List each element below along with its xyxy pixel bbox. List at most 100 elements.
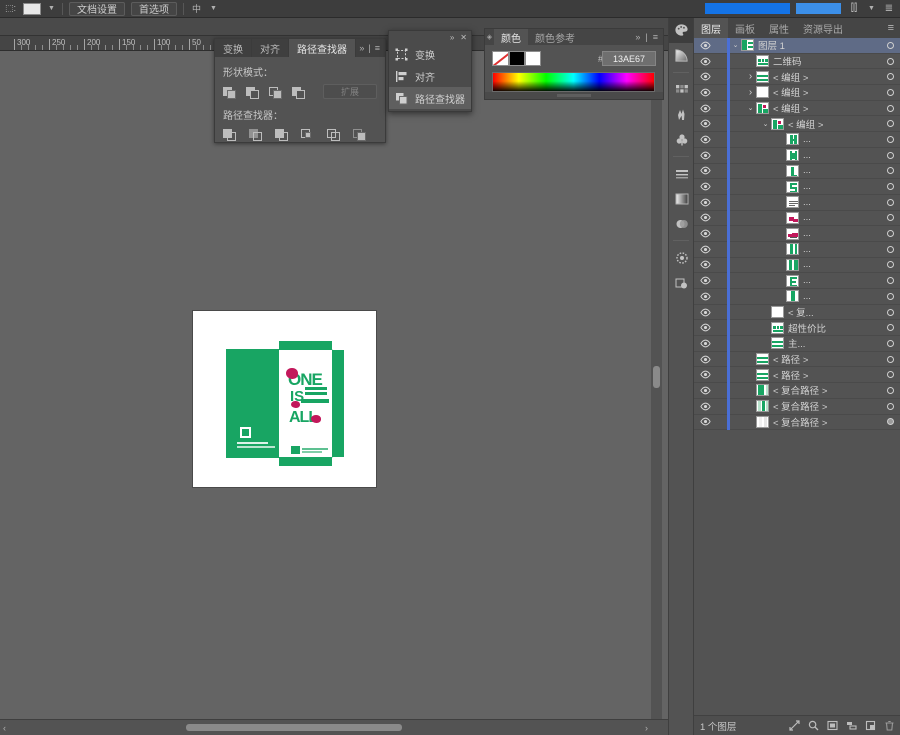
panel-menu-icon[interactable]: ≡ <box>653 32 658 42</box>
gradient-icon[interactable] <box>669 186 694 211</box>
visibility-eye-icon[interactable] <box>694 308 716 317</box>
layer-row[interactable]: ... <box>694 178 900 195</box>
tab-align[interactable]: 对齐 <box>252 39 289 57</box>
visibility-eye-icon[interactable] <box>694 72 716 81</box>
locate-object-icon[interactable] <box>788 720 800 732</box>
layer-target-indicator[interactable] <box>879 339 900 347</box>
layer-target-indicator[interactable] <box>879 167 900 175</box>
layer-name[interactable]: ... <box>803 197 879 208</box>
color-palette-icon[interactable] <box>669 18 694 43</box>
layer-row[interactable]: 超性价比 <box>694 319 900 337</box>
search-icon[interactable] <box>807 720 819 732</box>
preferences-button[interactable]: 首选项 <box>131 1 177 16</box>
layer-target-indicator[interactable] <box>879 418 900 426</box>
layer-row[interactable]: ⌄ 图层 1 <box>694 38 900 54</box>
layer-name[interactable]: < 编组 > <box>773 70 879 84</box>
tool-options-icon[interactable]: 中 <box>190 3 203 15</box>
artboard[interactable]: ONE IS ALL <box>192 310 377 488</box>
layer-name[interactable]: 超性价比 <box>788 321 879 335</box>
layer-target-indicator[interactable] <box>879 386 900 394</box>
flyout-item-pathfinder[interactable]: 路径查找器 <box>389 87 471 109</box>
minus-front-icon[interactable] <box>246 85 260 99</box>
panel-grip-icon[interactable]: ◈ <box>485 29 494 45</box>
flyout-item-align[interactable]: 对齐 <box>389 65 471 87</box>
expand-button[interactable]: 扩展 <box>323 84 377 99</box>
layer-target-indicator[interactable] <box>879 277 900 285</box>
layer-row[interactable]: ... <box>694 163 900 180</box>
layer-row[interactable]: ... <box>694 194 900 211</box>
chevron-right-icon[interactable]: › <box>745 87 756 98</box>
layer-row[interactable]: ⌄ < 编组 > <box>694 115 900 133</box>
visibility-eye-icon[interactable] <box>694 41 716 50</box>
layer-row[interactable]: ... <box>694 210 900 227</box>
visibility-eye-icon[interactable] <box>694 104 716 113</box>
layer-row[interactable]: < 路径 > <box>694 366 900 384</box>
tab-asset-export[interactable]: 资源导出 <box>796 18 850 38</box>
layer-target-indicator[interactable] <box>879 371 900 379</box>
color-spectrum-ramp[interactable] <box>492 72 655 92</box>
tab-properties[interactable]: 属性 <box>762 18 796 38</box>
chevron-right-icon[interactable]: › <box>745 71 756 82</box>
chevron-down-icon[interactable]: ▼ <box>209 5 218 12</box>
layer-target-indicator[interactable] <box>879 41 900 49</box>
white-swatch[interactable] <box>525 51 541 66</box>
collapse-icon[interactable]: » <box>359 43 364 53</box>
layer-target-indicator[interactable] <box>879 308 900 316</box>
minus-back-icon[interactable] <box>353 127 367 141</box>
panel-menu-icon[interactable]: ≡ <box>888 18 900 38</box>
visibility-eye-icon[interactable] <box>694 88 716 97</box>
visibility-eye-icon[interactable] <box>694 402 716 411</box>
visibility-eye-icon[interactable] <box>694 135 716 144</box>
visibility-eye-icon[interactable] <box>694 355 716 364</box>
visibility-eye-icon[interactable] <box>694 339 716 348</box>
layer-row[interactable]: ... <box>694 147 900 164</box>
flyout-item-transform[interactable]: 变换 <box>389 43 471 65</box>
visibility-eye-icon[interactable] <box>694 229 716 238</box>
layer-name[interactable]: ... <box>803 134 879 145</box>
layer-name[interactable]: ... <box>803 212 879 223</box>
intersect-icon[interactable] <box>269 85 283 99</box>
chevron-down-icon[interactable]: ⌄ <box>730 41 741 49</box>
layer-name[interactable]: 主... <box>788 336 879 350</box>
layer-row[interactable]: ... <box>694 225 900 242</box>
chevron-down-icon[interactable]: ▼ <box>47 5 56 12</box>
layer-target-indicator[interactable] <box>879 104 900 112</box>
layer-target-indicator[interactable] <box>879 324 900 332</box>
document-setup-button[interactable]: 文档设置 <box>69 1 125 16</box>
visibility-eye-icon[interactable] <box>694 119 716 128</box>
visibility-eye-icon[interactable] <box>694 323 716 332</box>
chevron-down-icon[interactable]: ⌄ <box>760 120 771 128</box>
create-layer-icon[interactable] <box>864 720 876 732</box>
visibility-eye-icon[interactable] <box>694 292 716 301</box>
appearance-icon[interactable] <box>669 245 694 270</box>
layer-row[interactable]: < 复合路径 > <box>694 398 900 415</box>
layer-name[interactable]: ... <box>803 181 879 192</box>
merge-icon[interactable] <box>275 127 289 141</box>
visibility-eye-icon[interactable] <box>694 276 716 285</box>
collapse-icon[interactable]: » <box>635 32 640 42</box>
layer-name[interactable]: ... <box>803 165 879 176</box>
layer-target-indicator[interactable] <box>879 402 900 410</box>
make-clipping-mask-icon[interactable] <box>826 720 838 732</box>
tab-pathfinder[interactable]: 路径查找器 <box>289 39 356 57</box>
layer-row[interactable]: ... <box>694 257 900 274</box>
delete-layer-icon[interactable] <box>883 720 895 732</box>
visibility-eye-icon[interactable] <box>694 386 716 395</box>
layer-row[interactable]: ⌄ < 编组 > <box>694 100 900 117</box>
layer-name[interactable]: < 路径 > <box>773 352 879 366</box>
layer-name[interactable]: ... <box>803 291 879 302</box>
exclude-icon[interactable] <box>292 85 306 99</box>
layer-row[interactable]: › < 编组 > <box>694 84 900 101</box>
layer-row[interactable]: ... <box>694 288 900 305</box>
layer-name[interactable]: < 编组 > <box>773 101 879 115</box>
symbols-icon[interactable] <box>669 127 694 152</box>
layer-target-indicator[interactable] <box>879 183 900 191</box>
crop-icon[interactable] <box>301 127 315 141</box>
layer-row[interactable]: < 复合路径 > <box>694 382 900 399</box>
visibility-eye-icon[interactable] <box>694 245 716 254</box>
workspace-switcher-icon[interactable]: ≣ <box>882 3 896 15</box>
layer-target-indicator[interactable] <box>879 73 900 81</box>
brushes-icon[interactable] <box>669 102 694 127</box>
tab-transform[interactable]: 变换 <box>215 39 252 57</box>
layer-target-indicator[interactable] <box>879 151 900 159</box>
